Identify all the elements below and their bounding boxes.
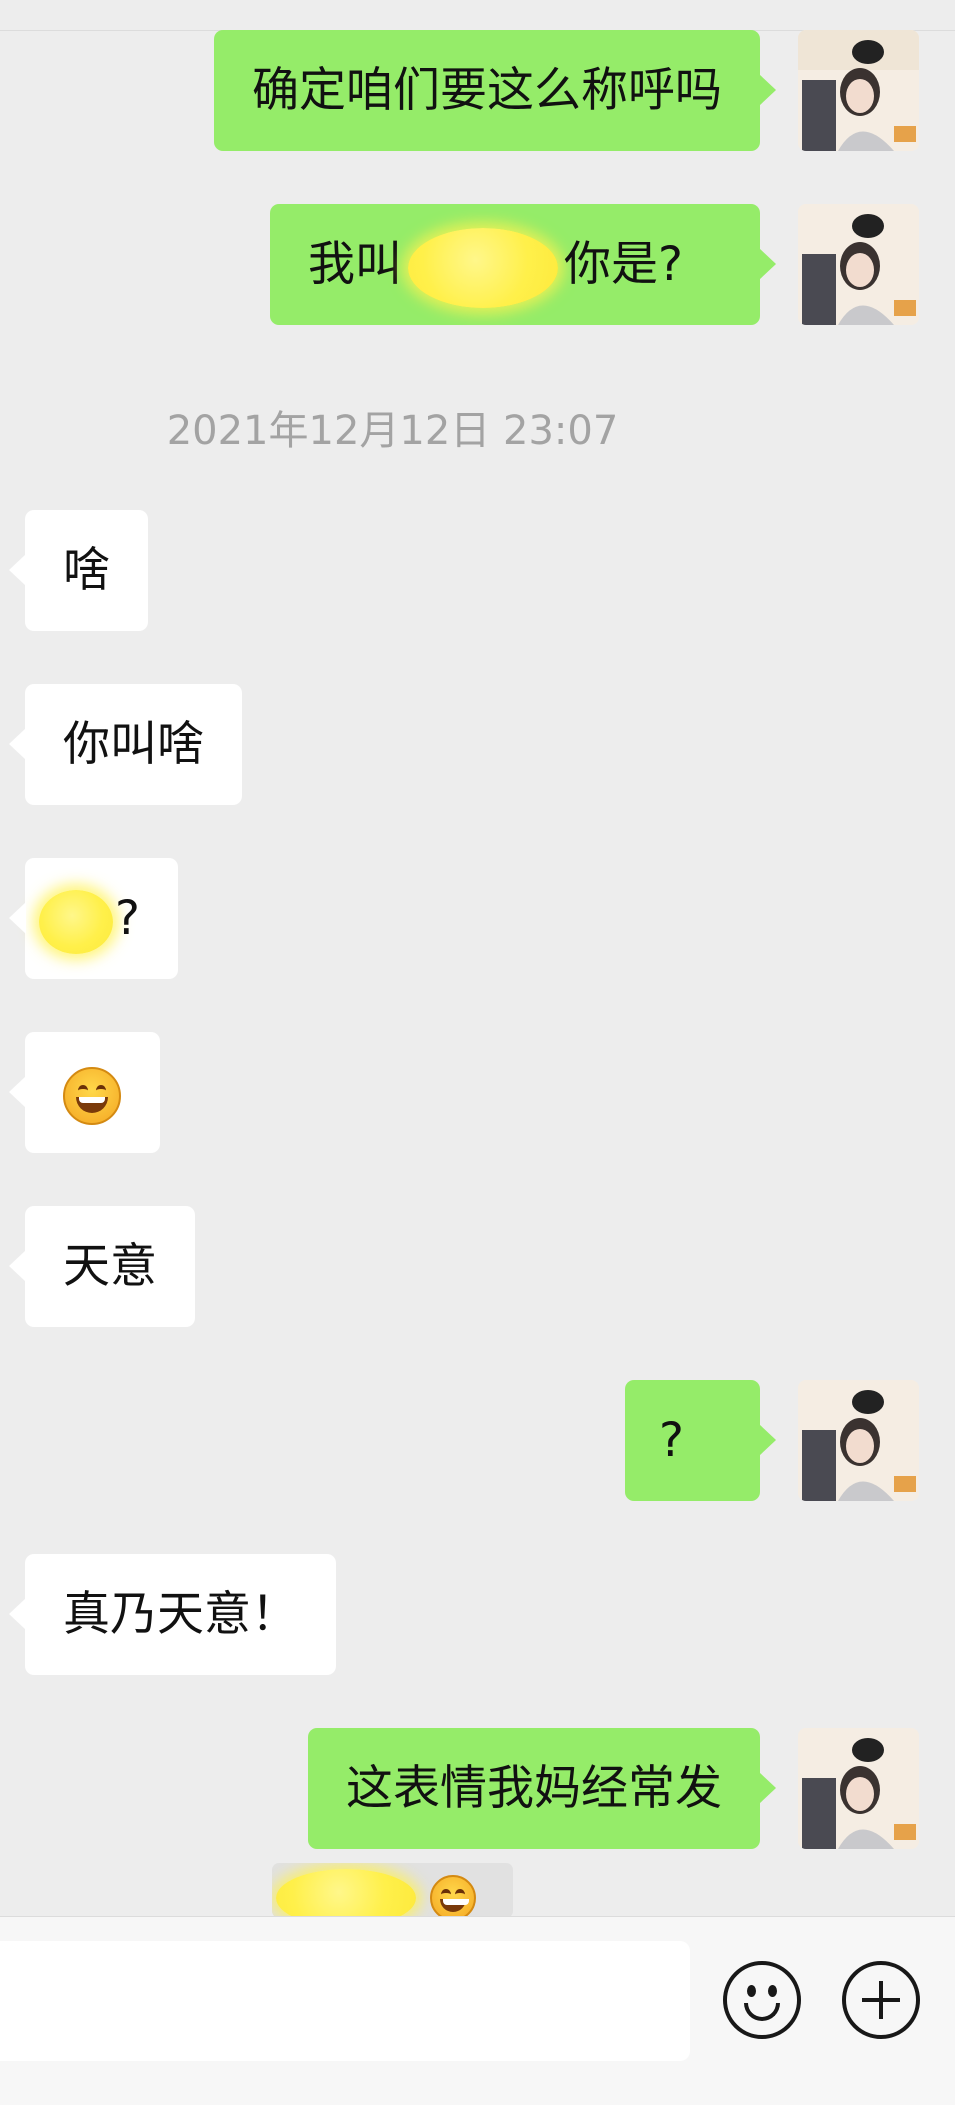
- smiley-icon[interactable]: [723, 1961, 801, 2039]
- top-divider: [0, 0, 955, 31]
- message-text: 啥: [63, 543, 110, 598]
- quoted-message[interactable]: [272, 1863, 513, 1918]
- redacted-name-blur: [408, 227, 558, 308]
- my-avatar[interactable]: [798, 30, 919, 151]
- my-message-bubble[interactable]: 确定咱们要这么称呼吗: [214, 30, 776, 151]
- avatar-illustration-icon: [798, 1728, 919, 1849]
- their-message-bubble[interactable]: ?: [9, 858, 178, 979]
- their-message-bubble[interactable]: 啥: [9, 510, 148, 631]
- avatar-illustration-icon: [798, 30, 919, 151]
- avatar-illustration-icon: [798, 204, 919, 325]
- message-text: 你是?: [564, 237, 683, 292]
- chat-input-bar: [0, 1916, 955, 2105]
- message-input[interactable]: [0, 1941, 690, 2061]
- message-text: 我叫: [308, 237, 402, 292]
- my-avatar[interactable]: [798, 204, 919, 325]
- their-message-bubble[interactable]: [9, 1032, 160, 1153]
- their-message-bubble[interactable]: 真乃天意！: [9, 1554, 336, 1675]
- my-avatar[interactable]: [798, 1380, 919, 1501]
- my-message-bubble[interactable]: 这表情我妈经常发: [308, 1728, 776, 1849]
- my-avatar[interactable]: [798, 1728, 919, 1849]
- redacted-quote-blur: [276, 1869, 416, 1918]
- their-message-bubble[interactable]: 天意: [9, 1206, 195, 1327]
- my-message-bubble[interactable]: ?: [625, 1380, 776, 1501]
- message-text: 你叫啥: [63, 717, 204, 772]
- my-message-bubble[interactable]: 我叫 你是?: [270, 204, 776, 325]
- plus-icon[interactable]: [842, 1961, 920, 2039]
- message-text: 确定咱们要这么称呼吗: [252, 63, 722, 118]
- message-text: ?: [659, 1413, 684, 1468]
- avatar-illustration-icon: [798, 1380, 919, 1501]
- home-indicator-area: [0, 2090, 955, 2104]
- chat-timestamp: 2021年12月12日 23:07: [166, 408, 619, 454]
- message-text: 真乃天意！: [63, 1587, 298, 1642]
- redacted-blur: [39, 889, 113, 954]
- message-text: 这表情我妈经常发: [346, 1761, 722, 1816]
- their-message-bubble[interactable]: 你叫啥: [9, 684, 242, 805]
- grinning-face-emoji-icon: [430, 1875, 476, 1918]
- message-text: 天意: [63, 1239, 157, 1294]
- message-text: ?: [115, 891, 140, 946]
- grinning-face-emoji-icon: [63, 1066, 121, 1125]
